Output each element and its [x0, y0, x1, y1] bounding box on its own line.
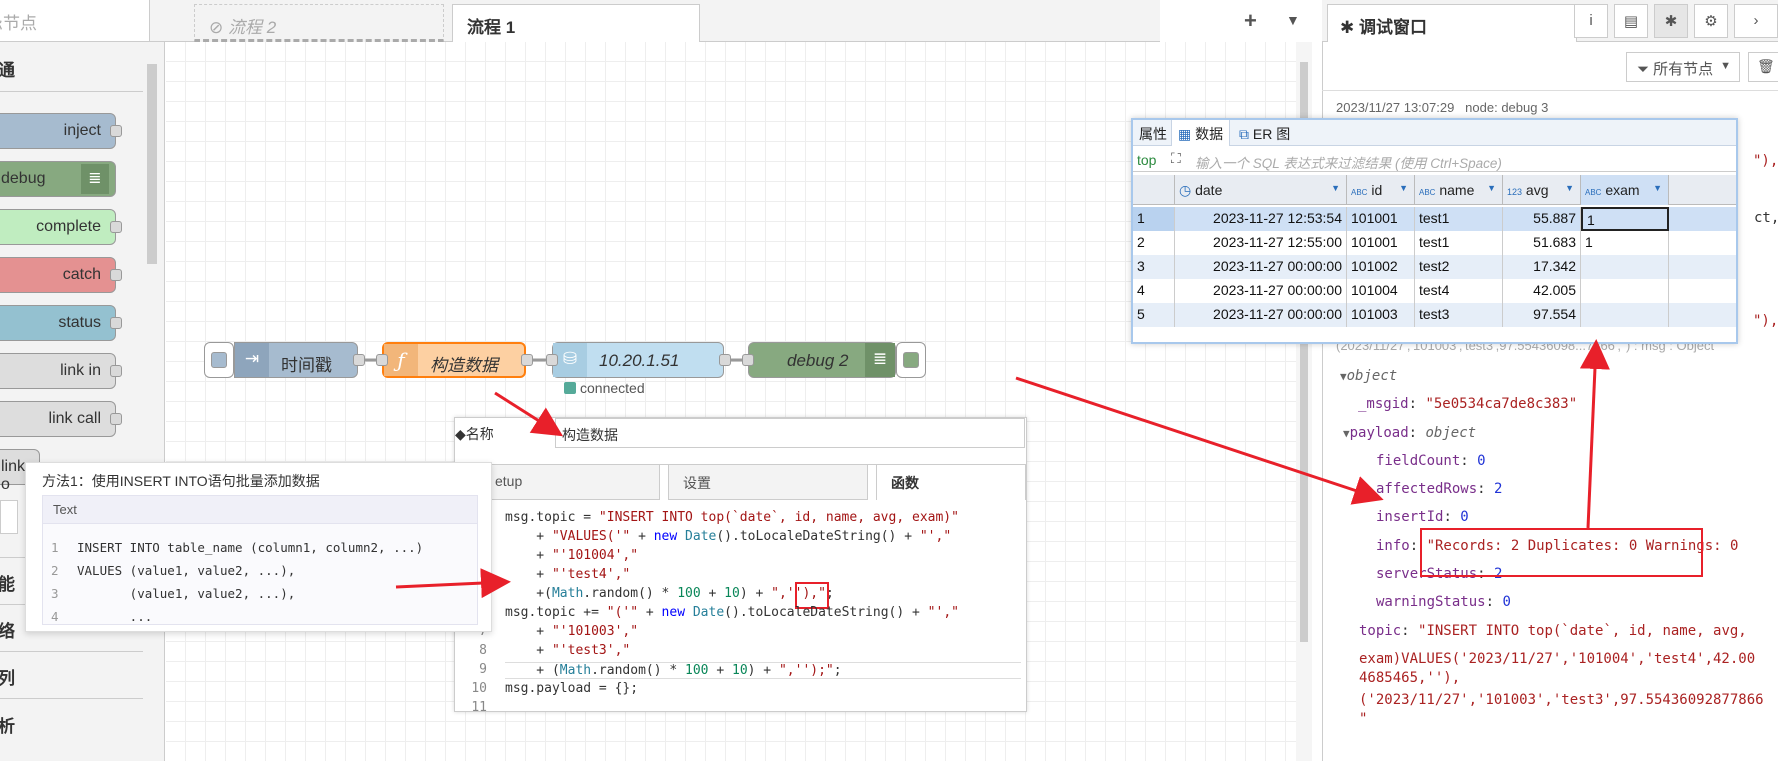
- red-arrow: [1579, 339, 1610, 529]
- red-arrow: [494, 391, 564, 437]
- red-arrow: [395, 568, 511, 599]
- annotation-arrows: [395, 339, 1610, 599]
- red-arrow: [1015, 376, 1384, 505]
